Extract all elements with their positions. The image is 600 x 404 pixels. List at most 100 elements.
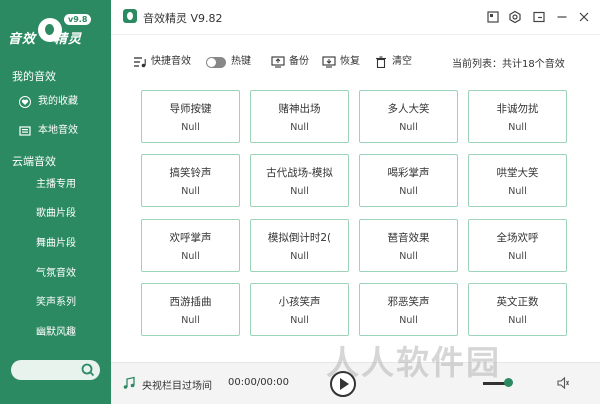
search-input[interactable] <box>11 360 100 380</box>
sound-card[interactable]: 喝彩掌声 Null <box>359 154 458 207</box>
sound-card[interactable]: 琶音效果 Null <box>359 219 458 272</box>
app-icon <box>123 9 137 23</box>
sound-hotkey: Null <box>399 186 418 197</box>
sidebar-item-label: 本地音效 <box>38 125 78 136</box>
restore-label: 恢复 <box>340 56 360 67</box>
player-bar: 央视栏目过场间 00:00/00:00 <box>111 362 600 404</box>
sound-hotkey: Null <box>508 122 527 133</box>
sound-hotkey: Null <box>508 315 527 326</box>
sidebar-item-label: 笑声系列 <box>36 297 76 308</box>
sound-name: 琶音效果 <box>387 232 430 244</box>
close-icon[interactable] <box>577 10 591 24</box>
sidebar-item-atmosphere[interactable]: 气氛音效 <box>0 261 111 287</box>
logo-version-badge: v9.8 <box>64 14 92 25</box>
sound-hotkey: Null <box>399 251 418 262</box>
backup-label: 备份 <box>289 56 309 67</box>
sidebar-item-label: 气氛音效 <box>36 268 76 279</box>
section-my-sounds: 我的音效 <box>12 70 56 83</box>
play-button[interactable] <box>330 371 356 397</box>
sound-name: 英文正数 <box>496 296 539 308</box>
sidebar-item-favorites[interactable]: 我的收藏 <box>0 89 111 115</box>
heart-icon <box>19 96 31 108</box>
hotkey-label-item: 热键 <box>213 55 253 69</box>
sidebar-item-label: 舞曲片段 <box>36 238 76 249</box>
sidebar-item-song-clips[interactable]: 歌曲片段 <box>0 201 111 227</box>
sound-name: 邪恶笑声 <box>387 296 430 308</box>
now-playing-title: 央视栏目过场间 <box>142 381 212 392</box>
shortcut-label: 快捷音效 <box>151 56 191 67</box>
sound-hotkey: Null <box>290 186 309 197</box>
sidebar-item-local[interactable]: 本地音效 <box>0 118 111 144</box>
sound-hotkey: Null <box>508 251 527 262</box>
sound-name: 导师按键 <box>169 103 212 115</box>
title-bar: 音效精灵 V9.82 <box>111 0 600 34</box>
sidebar-item-streamer[interactable]: 主播专用 <box>0 172 111 198</box>
minimize-icon[interactable] <box>555 10 569 24</box>
sound-card[interactable]: 全场欢呼 Null <box>468 219 567 272</box>
speaker-icon[interactable] <box>556 376 570 390</box>
backup-icon <box>271 56 285 68</box>
backup-button[interactable]: 备份 <box>271 55 315 69</box>
logo-text: 音效 精灵 <box>8 28 82 47</box>
sidebar-item-humor[interactable]: 幽默风趣 <box>0 320 111 346</box>
playback-time: 00:00/00:00 <box>228 377 290 388</box>
sound-card[interactable]: 英文正数 Null <box>468 283 567 336</box>
mini-mode-icon[interactable] <box>532 10 546 24</box>
section-cloud-sounds: 云端音效 <box>12 155 56 168</box>
sound-card[interactable]: 导师按键 Null <box>141 90 240 143</box>
sound-hotkey: Null <box>508 186 527 197</box>
app-logo: 音效 精灵 v9.8 <box>8 10 108 50</box>
playlist-icon <box>134 57 146 68</box>
sound-hotkey: Null <box>181 186 200 197</box>
sound-name: 古代战场-模拟 <box>266 167 333 179</box>
sound-hotkey: Null <box>181 122 200 133</box>
window-title: 音效精灵 V9.82 <box>143 12 223 25</box>
sound-name: 非诚勿扰 <box>496 103 539 115</box>
logo-text-a: 音效 <box>8 32 37 47</box>
sound-card[interactable]: 模拟倒计时2(Null <box>250 219 349 272</box>
sound-card[interactable]: 多人大笑 Null <box>359 90 458 143</box>
sound-card[interactable]: 哄堂大笑 Null <box>468 154 567 207</box>
sound-name: 喝彩掌声 <box>387 167 430 179</box>
sound-name: 多人大笑 <box>387 103 430 115</box>
sound-card[interactable]: 邪恶笑声 Null <box>359 283 458 336</box>
sound-card[interactable]: 非诚勿扰 Null <box>468 90 567 143</box>
sidebar-item-laughter[interactable]: 笑声系列 <box>0 290 111 316</box>
clear-button[interactable]: 清空 <box>374 55 418 69</box>
sound-hotkey: Null <box>399 122 418 133</box>
settings-icon[interactable] <box>508 10 522 24</box>
sound-card[interactable]: 小孩笑声 Null <box>250 283 349 336</box>
clear-label: 清空 <box>392 56 412 67</box>
volume-slider-knob[interactable] <box>504 378 513 387</box>
sound-name: 哄堂大笑 <box>496 167 539 179</box>
sound-card[interactable]: 古代战场-模拟 Null <box>250 154 349 207</box>
sound-hotkey: Null <box>181 251 200 262</box>
shortcut-sounds-button[interactable]: 快捷音效 <box>133 55 213 69</box>
toolbar: 快捷音效 热键 备份 恢复 清空 当前列表：共计18个音效 <box>111 50 600 74</box>
sound-hotkey: Null <box>290 251 309 262</box>
sound-hotkey: Null <box>181 315 200 326</box>
sound-hotkey: Null <box>290 315 309 326</box>
skin-icon[interactable] <box>486 10 500 24</box>
sidebar-item-label: 主播专用 <box>36 179 76 190</box>
sound-hotkey: Null <box>399 315 418 326</box>
restore-button[interactable]: 恢复 <box>322 55 366 69</box>
music-note-icon <box>123 376 135 389</box>
sidebar-item-label: 歌曲片段 <box>36 208 76 219</box>
folder-icon <box>19 126 31 136</box>
sound-card[interactable]: 欢呼掌声 Null <box>141 219 240 272</box>
sound-name: 欢呼掌声 <box>169 232 212 244</box>
sound-name: 小孩笑声 <box>278 296 321 308</box>
sound-card[interactable]: 西游插曲 Null <box>141 283 240 336</box>
sidebar: 音效 精灵 v9.8 我的音效 我的收藏 本地音效 云端音效 主播专用 歌曲片段 … <box>0 0 111 404</box>
title-divider <box>111 34 600 35</box>
sound-count: 当前列表：共计18个音效 <box>452 59 565 70</box>
sound-hotkey: Null <box>290 122 309 133</box>
sidebar-item-label: 我的收藏 <box>38 96 78 107</box>
hotkey-label: 热键 <box>231 56 251 67</box>
search-icon[interactable] <box>81 363 95 377</box>
sound-name: 搞笑铃声 <box>169 167 212 179</box>
sound-card[interactable]: 赌神出场 Null <box>250 90 349 143</box>
sidebar-item-dance-clips[interactable]: 舞曲片段 <box>0 231 111 257</box>
sound-card[interactable]: 搞笑铃声 Null <box>141 154 240 207</box>
